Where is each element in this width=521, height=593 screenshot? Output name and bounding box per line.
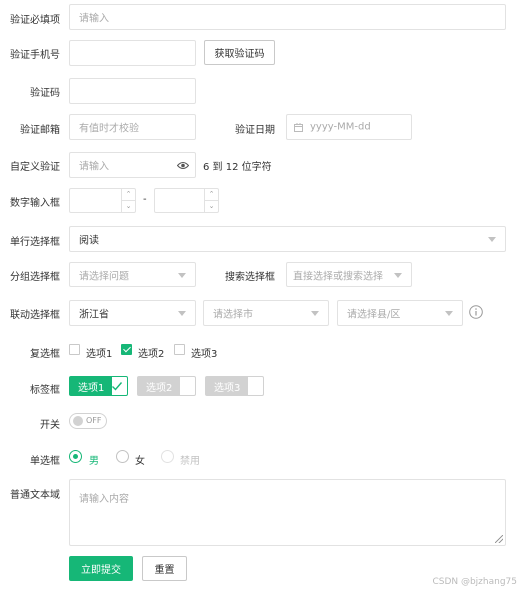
label-required: 验证必填项 xyxy=(10,15,60,26)
radio-male-label: 男 xyxy=(89,456,99,467)
single-select-value: 阅读 xyxy=(79,235,99,247)
label-date: 验证日期 xyxy=(235,125,275,136)
switch-state: OFF xyxy=(86,416,102,425)
date-input[interactable]: yyyy-MM-dd xyxy=(286,114,412,140)
checkbox-option-1[interactable] xyxy=(69,344,80,355)
calendar-icon xyxy=(294,123,303,135)
email-input[interactable]: 有值时才校验 xyxy=(69,114,196,140)
required-placeholder: 请输入 xyxy=(79,13,109,25)
radio-male[interactable] xyxy=(69,450,82,463)
county-placeholder: 请选择县/区 xyxy=(347,309,401,321)
chevron-down-icon xyxy=(394,272,402,278)
tag-option-3[interactable]: 选项3 xyxy=(205,376,264,396)
label-tags: 标签框 xyxy=(30,385,60,396)
label-linkage: 联动选择框 xyxy=(10,310,60,321)
custom-hint: 6 到 12 位字符 xyxy=(203,162,272,173)
reset-button[interactable]: 重置 xyxy=(142,556,187,581)
watermark: CSDN @bjzhang75 xyxy=(432,577,517,587)
tag-option-1-label: 选项1 xyxy=(70,377,113,395)
phone-input[interactable] xyxy=(69,40,196,66)
county-select[interactable]: 请选择县/区 xyxy=(337,300,463,326)
checkbox-option-1-label: 选项1 xyxy=(86,349,113,360)
label-email: 验证邮箱 xyxy=(20,125,60,136)
label-switch: 开关 xyxy=(40,420,60,431)
province-value: 浙江省 xyxy=(79,309,109,321)
chevron-up-icon[interactable]: ⌃ xyxy=(122,189,135,201)
label-search-select: 搜索选择框 xyxy=(225,272,275,283)
email-placeholder: 有值时才校验 xyxy=(79,123,139,135)
eye-icon[interactable] xyxy=(176,161,190,173)
check-icon xyxy=(111,380,123,395)
textarea-input[interactable]: 请输入内容 xyxy=(69,479,506,546)
get-code-button[interactable]: 获取验证码 xyxy=(204,40,275,65)
chevron-down-icon xyxy=(178,311,186,316)
date-placeholder: yyyy-MM-dd xyxy=(310,121,371,133)
chevron-down-icon[interactable]: ⌄ xyxy=(122,201,135,213)
switch-toggle[interactable]: OFF xyxy=(69,413,107,429)
tag-option-2[interactable]: 选项2 xyxy=(137,376,196,396)
group-select[interactable]: 请选择问题 xyxy=(69,262,196,287)
label-single-select: 单行选择框 xyxy=(10,237,60,248)
custom-placeholder: 请输入 xyxy=(79,161,109,173)
chevron-down-icon xyxy=(311,311,319,316)
search-select-placeholder: 直接选择或搜索选择 xyxy=(293,271,383,282)
radio-female-label: 女 xyxy=(135,456,145,467)
number-separator: - xyxy=(143,194,147,205)
switch-knob xyxy=(73,416,83,426)
group-select-placeholder: 请选择问题 xyxy=(79,271,129,282)
chevron-down-icon xyxy=(178,272,186,278)
number-max-spinner[interactable]: ⌃ ⌄ xyxy=(204,189,218,212)
code-input[interactable] xyxy=(69,78,196,104)
checkbox-option-3-label: 选项3 xyxy=(191,349,218,360)
radio-female[interactable] xyxy=(116,450,129,463)
tag-option-3-label: 选项3 xyxy=(206,377,249,395)
tag-option-2-label: 选项2 xyxy=(138,377,181,395)
required-input[interactable]: 请输入 xyxy=(69,4,506,30)
label-textarea: 普通文本域 xyxy=(10,490,60,501)
chevron-down-icon xyxy=(488,237,496,242)
city-placeholder: 请选择市 xyxy=(213,309,253,321)
label-phone: 验证手机号 xyxy=(10,50,60,61)
custom-input[interactable]: 请输入 xyxy=(69,152,196,178)
chevron-down-icon[interactable]: ⌄ xyxy=(205,201,218,213)
label-custom: 自定义验证 xyxy=(10,162,60,173)
label-code: 验证码 xyxy=(30,88,60,99)
single-select[interactable]: 阅读 xyxy=(69,226,506,252)
textarea-placeholder: 请输入内容 xyxy=(79,494,129,505)
number-input-max[interactable]: ⌃ ⌄ xyxy=(154,188,219,213)
checkbox-option-3[interactable] xyxy=(174,344,185,355)
chevron-down-icon xyxy=(445,311,453,316)
number-min-spinner[interactable]: ⌃ ⌄ xyxy=(121,189,135,212)
chevron-up-icon[interactable]: ⌃ xyxy=(205,189,218,201)
search-select[interactable]: 直接选择或搜索选择 xyxy=(286,262,412,287)
checkbox-option-2-label: 选项2 xyxy=(138,349,165,360)
radio-disabled-label: 禁用 xyxy=(180,456,200,467)
label-group-select: 分组选择框 xyxy=(10,272,60,283)
submit-button[interactable]: 立即提交 xyxy=(69,556,133,581)
label-radio: 单选框 xyxy=(30,456,60,467)
info-icon[interactable] xyxy=(469,305,483,322)
label-checkbox: 复选框 xyxy=(30,349,60,360)
label-number: 数字输入框 xyxy=(10,198,60,209)
checkbox-option-2[interactable] xyxy=(121,344,132,355)
number-input-min[interactable]: ⌃ ⌄ xyxy=(69,188,136,213)
radio-disabled xyxy=(161,450,174,463)
tag-option-1[interactable]: 选项1 xyxy=(69,376,128,396)
province-select[interactable]: 浙江省 xyxy=(69,300,196,326)
city-select[interactable]: 请选择市 xyxy=(203,300,329,326)
resize-handle-icon[interactable] xyxy=(495,535,503,543)
